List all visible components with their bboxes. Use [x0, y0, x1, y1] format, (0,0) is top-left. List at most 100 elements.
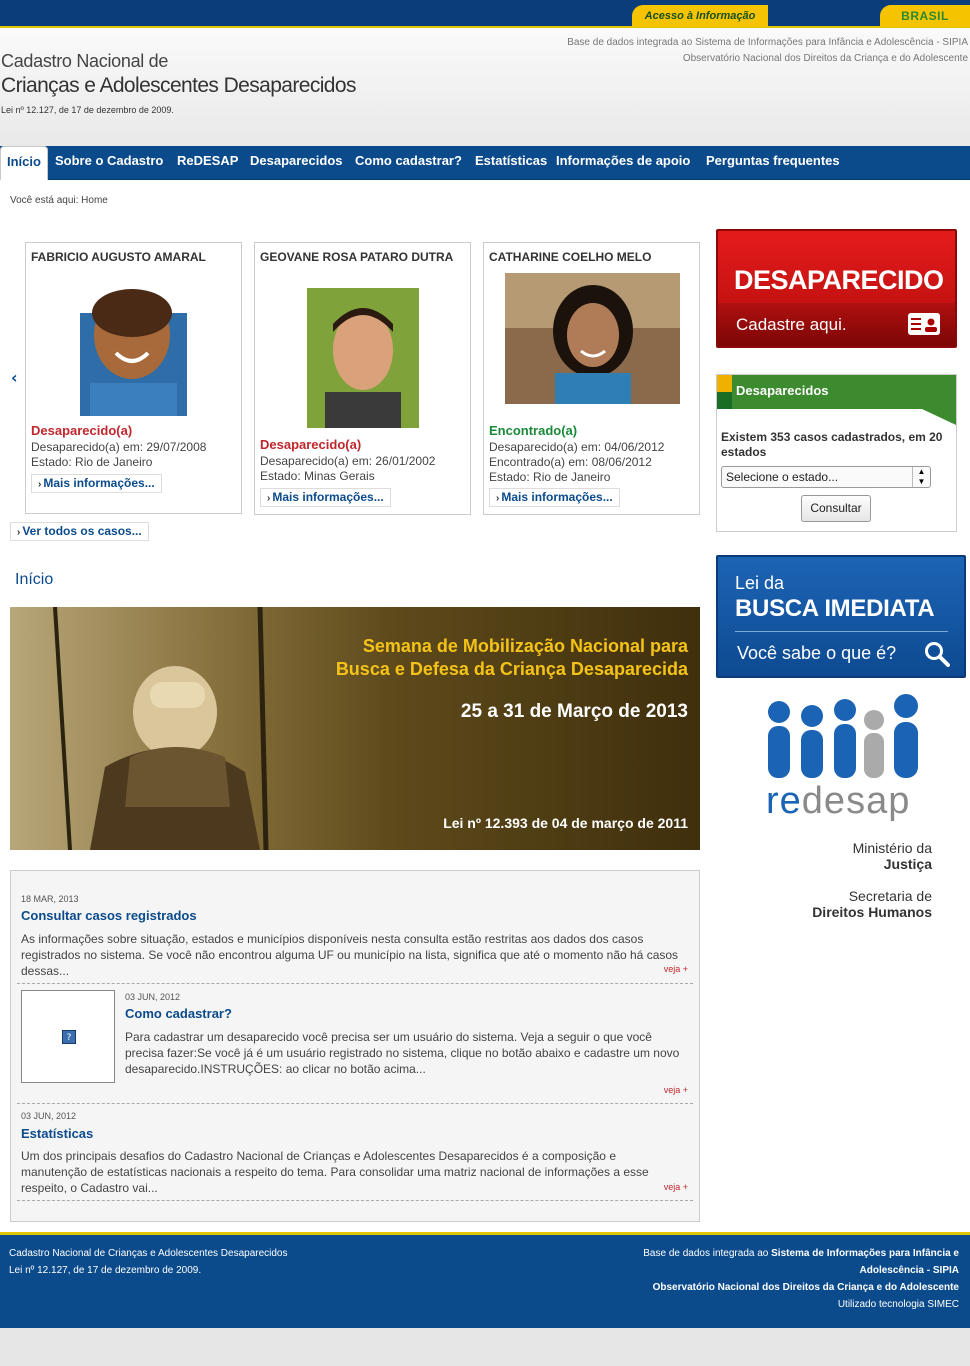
footer-sipia-line2: Adolescência - SIPIA: [643, 1262, 959, 1279]
nav-item-estatisticas[interactable]: Estatísticas: [475, 146, 547, 180]
news-body: As informações sobre situação, estados e…: [21, 932, 679, 978]
footer-law: Lei nº 12.127, de 17 de dezembro de 2009…: [9, 1265, 202, 1276]
footer-right-block: Base de dados integrada ao Sistema de In…: [643, 1245, 959, 1313]
banner-law: Lei nº 12.393 de 04 de março de 2011: [443, 815, 688, 831]
news-list: 18 MAR, 2013 Consultar casos registrados…: [10, 870, 700, 1222]
nav-item-perguntas[interactable]: Perguntas frequentes: [706, 146, 840, 180]
case-photo: [505, 273, 680, 404]
redesap-re: re: [766, 780, 802, 822]
news-more-link[interactable]: veja +: [664, 1085, 688, 1095]
nav-item-como-cadastrar[interactable]: Como cadastrar?: [355, 146, 462, 180]
redesap-logo-icon: [768, 694, 918, 778]
news-body: Para cadastrar um desaparecido você prec…: [125, 1030, 680, 1076]
case-found-date: Encontrado(a) em: 08/06/2012: [489, 455, 652, 469]
news-separator: [17, 1200, 693, 1201]
site-title-line2[interactable]: Crianças e Adolescentes Desaparecidos: [1, 74, 356, 98]
chevron-right-icon: ›: [17, 527, 21, 538]
header-observatorio-text: Observatório Nacional dos Direitos da Cr…: [682, 53, 968, 64]
case-state: Estado: Rio de Janeiro: [31, 455, 153, 469]
see-all-cases-link[interactable]: › Ver todos os casos...: [10, 522, 149, 541]
consult-button[interactable]: Consultar: [801, 495, 871, 522]
site-law: Lei nº 12.127, de 17 de dezembro de 2009…: [1, 105, 174, 115]
state-select[interactable]: Selecione o estado... ▲ ▼: [721, 466, 931, 488]
case-more-label: Mais informações...: [501, 490, 613, 504]
news-more-link[interactable]: veja +: [664, 1182, 688, 1192]
case-date: Desaparecido(a) em: 04/06/2012: [489, 440, 665, 454]
secretaria-dh-logo: Secretaria de Direitos Humanos: [812, 888, 932, 920]
chevron-right-icon: ›: [38, 479, 42, 490]
busca-imediata-banner[interactable]: Lei da BUSCA IMEDIATA Você sabe o que é?: [716, 555, 966, 678]
case-more-label: Mais informações...: [43, 476, 155, 490]
promo-blue-line2: BUSCA IMEDIATA: [735, 595, 935, 622]
case-more-link[interactable]: › Mais informações...: [31, 474, 162, 493]
banner-date: 25 a 31 de Março de 2013: [460, 701, 688, 722]
missing-search-box: Desaparecidos Existem 353 casos cadastra…: [716, 374, 957, 532]
case-status: Desaparecido(a): [31, 423, 133, 438]
header-sipia-text: Base de dados integrada ao Sistema de In…: [567, 37, 968, 48]
footer-simec-line: Utilizado tecnologia SIMEC: [837, 1299, 959, 1310]
promo-blue-divider: [735, 631, 948, 632]
case-name: FABRICIO AUGUSTO AMARAL: [31, 250, 206, 264]
news-date: 18 MAR, 2013: [21, 894, 79, 904]
acesso-informacao-link[interactable]: Acesso à Informação: [632, 5, 768, 27]
footer-prefix: Base de dados integrada ao: [643, 1248, 769, 1259]
brasil-link[interactable]: BRASIL: [880, 5, 970, 27]
case-photo: [80, 273, 187, 416]
site-title-line1[interactable]: Cadastro Nacional de: [1, 51, 168, 72]
case-date: Desaparecido(a) em: 26/01/2002: [260, 454, 436, 468]
case-date: Desaparecido(a) em: 29/07/2008: [31, 440, 207, 454]
news-date: 03 JUN, 2012: [125, 992, 181, 1002]
ministerio-justica-logo: Ministério da Justiça: [853, 840, 932, 872]
case-status: Desaparecido(a): [260, 437, 362, 452]
see-all-label: Ver todos os casos...: [22, 524, 142, 538]
case-more-link[interactable]: › Mais informações...: [489, 488, 620, 507]
case-state: Estado: Minas Gerais: [260, 469, 375, 483]
header-yellow-square: [717, 375, 732, 392]
footer-sipia: Sistema de Informações para Infância e: [771, 1248, 959, 1259]
register-missing-banner[interactable]: DESAPARECIDO Cadastre aqui.: [716, 229, 957, 348]
header-tail: [922, 409, 956, 425]
promo-red-subtitle: Cadastre aqui.: [736, 315, 847, 334]
id-card-icon: [908, 313, 940, 335]
redesap-logo-text: redesap: [766, 780, 910, 823]
news-title-link[interactable]: Estatísticas: [21, 1126, 93, 1141]
promo-blue-line1: Lei da: [735, 573, 785, 593]
footer-sipia-cont: Adolescência - SIPIA: [859, 1265, 959, 1276]
footer-title: Cadastro Nacional de Crianças e Adolesce…: [9, 1248, 288, 1259]
chevron-right-icon: ›: [267, 493, 271, 504]
search-icon: [925, 642, 950, 667]
news-title-link[interactable]: Como cadastrar?: [125, 1006, 232, 1021]
news-title-link[interactable]: Consultar casos registrados: [21, 908, 197, 923]
news-more-link[interactable]: veja +: [664, 964, 688, 974]
case-card: GEOVANE ROSA PATARO DUTRA Desaparecido(a…: [254, 242, 471, 515]
banner-line1: Semana de Mobilização Nacional para: [362, 636, 688, 656]
news-date: 03 JUN, 2012: [21, 1111, 77, 1121]
carousel-prev-icon[interactable]: ‹: [11, 368, 18, 387]
state-select-value: Selecione o estado...: [726, 470, 839, 484]
header-green-square: [717, 392, 732, 409]
nav-item-redesap[interactable]: ReDESAP: [177, 146, 238, 180]
nav-item-sobre[interactable]: Sobre o Cadastro: [55, 146, 163, 180]
site-header: Cadastro Nacional de Crianças e Adolesce…: [0, 28, 970, 146]
broken-image-icon: ?: [62, 1030, 76, 1044]
campaign-banner[interactable]: Semana de Mobilização Nacional para Busc…: [10, 607, 700, 850]
search-box-title: Desaparecidos: [736, 383, 829, 398]
promo-red-title: DESAPARECIDO: [734, 265, 944, 295]
site-footer: Cadastro Nacional de Crianças e Adolesce…: [0, 1235, 970, 1328]
news-separator: [17, 983, 693, 984]
case-more-link[interactable]: › Mais informações...: [260, 488, 391, 507]
secretaria-line2: Direitos Humanos: [812, 904, 932, 920]
banner-line2: Busca e Defesa da Criança Desaparecida: [335, 659, 688, 679]
case-more-label: Mais informações...: [272, 490, 384, 504]
nav-item-inicio[interactable]: Início: [0, 146, 48, 180]
chevron-right-icon: ›: [496, 493, 500, 504]
ministerio-line2: Justiça: [883, 856, 932, 872]
case-name: GEOVANE ROSA PATARO DUTRA: [260, 250, 454, 264]
page-bottom-spacer: [0, 1328, 970, 1366]
select-arrows-icon: ▲ ▼: [912, 467, 930, 487]
footer-observatorio-line: Observatório Nacional dos Direitos da Cr…: [643, 1279, 959, 1296]
case-card: FABRICIO AUGUSTO AMARAL Desaparecido(a) …: [25, 242, 242, 514]
nav-item-informacoes[interactable]: Informações de apoio: [556, 146, 690, 180]
case-state: Estado: Rio de Janeiro: [489, 470, 611, 484]
nav-item-desaparecidos[interactable]: Desaparecidos: [250, 146, 343, 180]
